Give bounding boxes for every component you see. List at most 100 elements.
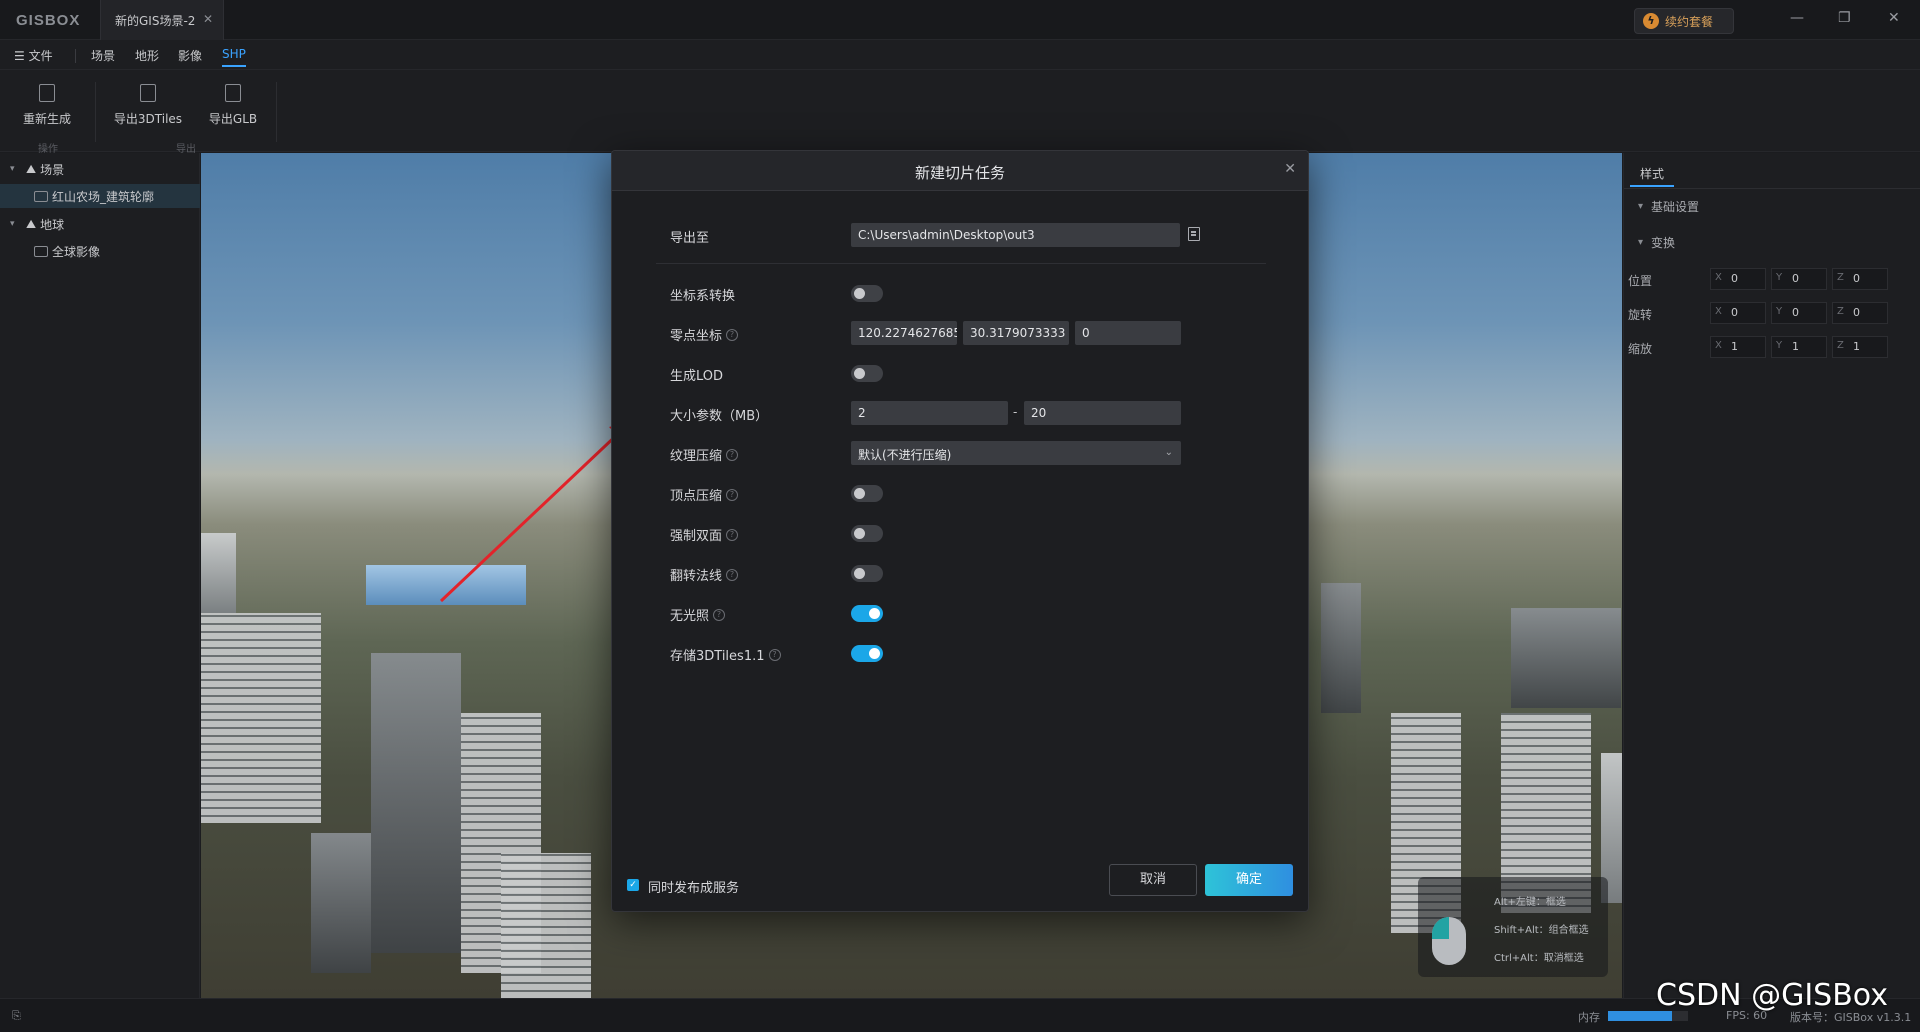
help-icon[interactable]: ? bbox=[726, 448, 739, 461]
flip-normal-label: 翻转法线? bbox=[670, 565, 739, 584]
scene-icon: ⛰ bbox=[26, 161, 37, 176]
vertex-compression-row: 顶点压缩? bbox=[670, 481, 1270, 505]
export-3dtiles-button[interactable]: 导出3DTiles bbox=[111, 84, 185, 127]
title-bar: GISBOX 新的GIS场景-2 ✕ ϟ 续约套餐 — ❐ ✕ bbox=[0, 0, 1920, 40]
tree-node-imagery[interactable]: 全球影像 bbox=[0, 239, 200, 263]
tab-style[interactable]: 样式 bbox=[1630, 161, 1674, 187]
texture-select-value: 默认(不进行压缩) bbox=[858, 448, 952, 462]
close-window-icon[interactable]: ✕ bbox=[1888, 10, 1900, 26]
coord-transform-row: 坐标系转换 bbox=[670, 281, 1270, 305]
close-icon[interactable]: ✕ bbox=[1284, 161, 1296, 177]
help-icon[interactable]: ? bbox=[713, 608, 726, 621]
tree-node-globe[interactable]: ▾ ⛰ 地球 bbox=[0, 212, 200, 236]
help-icon[interactable]: ? bbox=[726, 568, 739, 581]
confirm-button[interactable]: 确定 bbox=[1205, 864, 1293, 896]
texture-compression-row: 纹理压缩? 默认(不进行压缩) ⌄ bbox=[670, 441, 1270, 465]
mouse-hint-panel: Alt+左键：框选 Shift+Alt：组合框选 Ctrl+Alt：取消框选 bbox=[1418, 877, 1608, 977]
size-label: 大小参数（MB） bbox=[670, 409, 769, 424]
ribbon-divider bbox=[95, 82, 96, 142]
close-tab-icon[interactable]: ✕ bbox=[203, 12, 213, 26]
vertex-compression-toggle[interactable] bbox=[851, 485, 883, 502]
lod-toggle[interactable] bbox=[851, 365, 883, 382]
help-icon[interactable]: ? bbox=[768, 648, 781, 661]
status-bar: ⎘ 内存 FPS: 60 版本号：GISBox v1.3.1 bbox=[0, 998, 1920, 1032]
menu-imagery[interactable]: 影像 bbox=[178, 47, 202, 64]
origin-z-input[interactable]: 0 bbox=[1075, 321, 1181, 345]
publish-service-label: 同时发布成服务 bbox=[648, 881, 740, 896]
coord-transform-toggle[interactable] bbox=[851, 285, 883, 302]
tree-node-shp-layer[interactable]: 红山农场_建筑轮廓 bbox=[0, 184, 200, 208]
export-3dtiles-label: 导出3DTiles bbox=[113, 112, 183, 126]
flip-normal-row: 翻转法线? bbox=[670, 561, 1270, 585]
status-icon[interactable]: ⎘ bbox=[12, 1009, 21, 1023]
origin-x-input[interactable]: 120.2274627685 bbox=[851, 321, 957, 345]
section-basic-settings[interactable]: 基础设置 bbox=[1624, 193, 1920, 219]
publish-service-checkbox[interactable]: ✓ bbox=[627, 879, 639, 891]
minimize-icon[interactable]: — bbox=[1790, 10, 1804, 26]
double-side-toggle[interactable] bbox=[851, 525, 883, 542]
scale-x-input[interactable]: X1 bbox=[1710, 336, 1766, 358]
menu-terrain[interactable]: 地形 bbox=[135, 47, 159, 64]
chevron-down-icon[interactable]: ▾ bbox=[10, 164, 20, 174]
size-param-row: 大小参数（MB） 2 - 20 bbox=[670, 401, 1270, 425]
size-max-input[interactable]: 20 bbox=[1024, 401, 1181, 425]
section-transform[interactable]: 变换 bbox=[1624, 229, 1920, 255]
export-label: 导出至 bbox=[670, 231, 710, 246]
file-menu[interactable]: ☰ 文件 bbox=[14, 47, 53, 64]
folder-icon[interactable] bbox=[1188, 227, 1200, 241]
scene-tree-panel: ▾ ⛰ 场景 红山农场_建筑轮廓 ▾ ⛰ 地球 全球影像 bbox=[0, 153, 200, 998]
position-z-input[interactable]: Z0 bbox=[1832, 268, 1888, 290]
texture-compression-select[interactable]: 默认(不进行压缩) ⌄ bbox=[851, 441, 1181, 465]
tree-node-globe-label: 地球 bbox=[40, 217, 65, 232]
scale-z-input[interactable]: Z1 bbox=[1832, 336, 1888, 358]
flip-normal-toggle[interactable] bbox=[851, 565, 883, 582]
vertex-label: 顶点压缩? bbox=[670, 485, 739, 504]
export-path-row: 导出至 C:\Users\admin\Desktop\out3 bbox=[670, 223, 1270, 247]
app-logo: GISBOX bbox=[16, 12, 81, 29]
tree-node-scene[interactable]: ▾ ⛰ 场景 bbox=[0, 157, 200, 181]
rotation-y-input[interactable]: Y0 bbox=[1771, 302, 1827, 324]
renew-button[interactable]: ϟ 续约套餐 bbox=[1634, 8, 1734, 34]
texture-label-text: 纹理压缩 bbox=[670, 449, 723, 464]
export-glb-button[interactable]: 导出GLB bbox=[197, 84, 269, 127]
menu-bar: ☰ 文件 场景 地形 影像 SHP bbox=[0, 40, 1920, 70]
scale-y-input[interactable]: Y1 bbox=[1771, 336, 1827, 358]
help-icon[interactable]: ? bbox=[726, 328, 739, 341]
position-row: 位置 X0 Y0 Z0 bbox=[1628, 268, 1918, 290]
rotation-z-input[interactable]: Z0 bbox=[1832, 302, 1888, 324]
hint-line: Alt+左键：框选 bbox=[1494, 897, 1566, 908]
rotation-label: 旋转 bbox=[1628, 308, 1653, 322]
help-icon[interactable]: ? bbox=[726, 488, 739, 501]
export-glb-label: 导出GLB bbox=[208, 112, 258, 126]
menu-shp[interactable]: SHP bbox=[222, 47, 246, 67]
dialog-header: 新建切片任务 ✕ bbox=[612, 151, 1308, 191]
rotation-row: 旋转 X0 Y0 Z0 bbox=[1628, 302, 1918, 324]
origin-y-input[interactable]: 30.3179073333 bbox=[963, 321, 1069, 345]
origin-label-text: 零点坐标 bbox=[670, 329, 723, 344]
regenerate-label: 重新生成 bbox=[22, 112, 71, 126]
chevron-down-icon[interactable]: ▾ bbox=[10, 219, 20, 229]
position-label: 位置 bbox=[1628, 274, 1653, 288]
document-tab[interactable]: 新的GIS场景-2 ✕ bbox=[100, 0, 224, 40]
cancel-button[interactable]: 取消 bbox=[1109, 864, 1197, 896]
tiles11-toggle[interactable] bbox=[851, 645, 883, 662]
rotation-x-input[interactable]: X0 bbox=[1710, 302, 1766, 324]
double-side-label: 强制双面? bbox=[670, 525, 739, 544]
position-y-input[interactable]: Y0 bbox=[1771, 268, 1827, 290]
origin-coordinate-row: 零点坐标? 120.2274627685 30.3179073333 0 bbox=[670, 321, 1270, 345]
menu-scene[interactable]: 场景 bbox=[91, 47, 115, 64]
memory-label: 内存 bbox=[1578, 1011, 1600, 1024]
size-min-input[interactable]: 2 bbox=[851, 401, 1008, 425]
no-light-label-text: 无光照 bbox=[670, 609, 710, 624]
no-lighting-toggle[interactable] bbox=[851, 605, 883, 622]
tiles11-label: 存储3DTiles1.1? bbox=[670, 645, 781, 664]
mouse-icon bbox=[1432, 917, 1466, 965]
export-path-input[interactable]: C:\Users\admin\Desktop\out3 bbox=[851, 223, 1180, 247]
form-divider bbox=[656, 263, 1266, 264]
regenerate-button[interactable]: 重新生成 bbox=[11, 84, 83, 127]
restore-icon[interactable]: ❐ bbox=[1838, 10, 1851, 26]
double-side-label-text: 强制双面 bbox=[670, 529, 723, 544]
position-x-input[interactable]: X0 bbox=[1710, 268, 1766, 290]
vertex-label-text: 顶点压缩 bbox=[670, 489, 723, 504]
help-icon[interactable]: ? bbox=[726, 528, 739, 541]
